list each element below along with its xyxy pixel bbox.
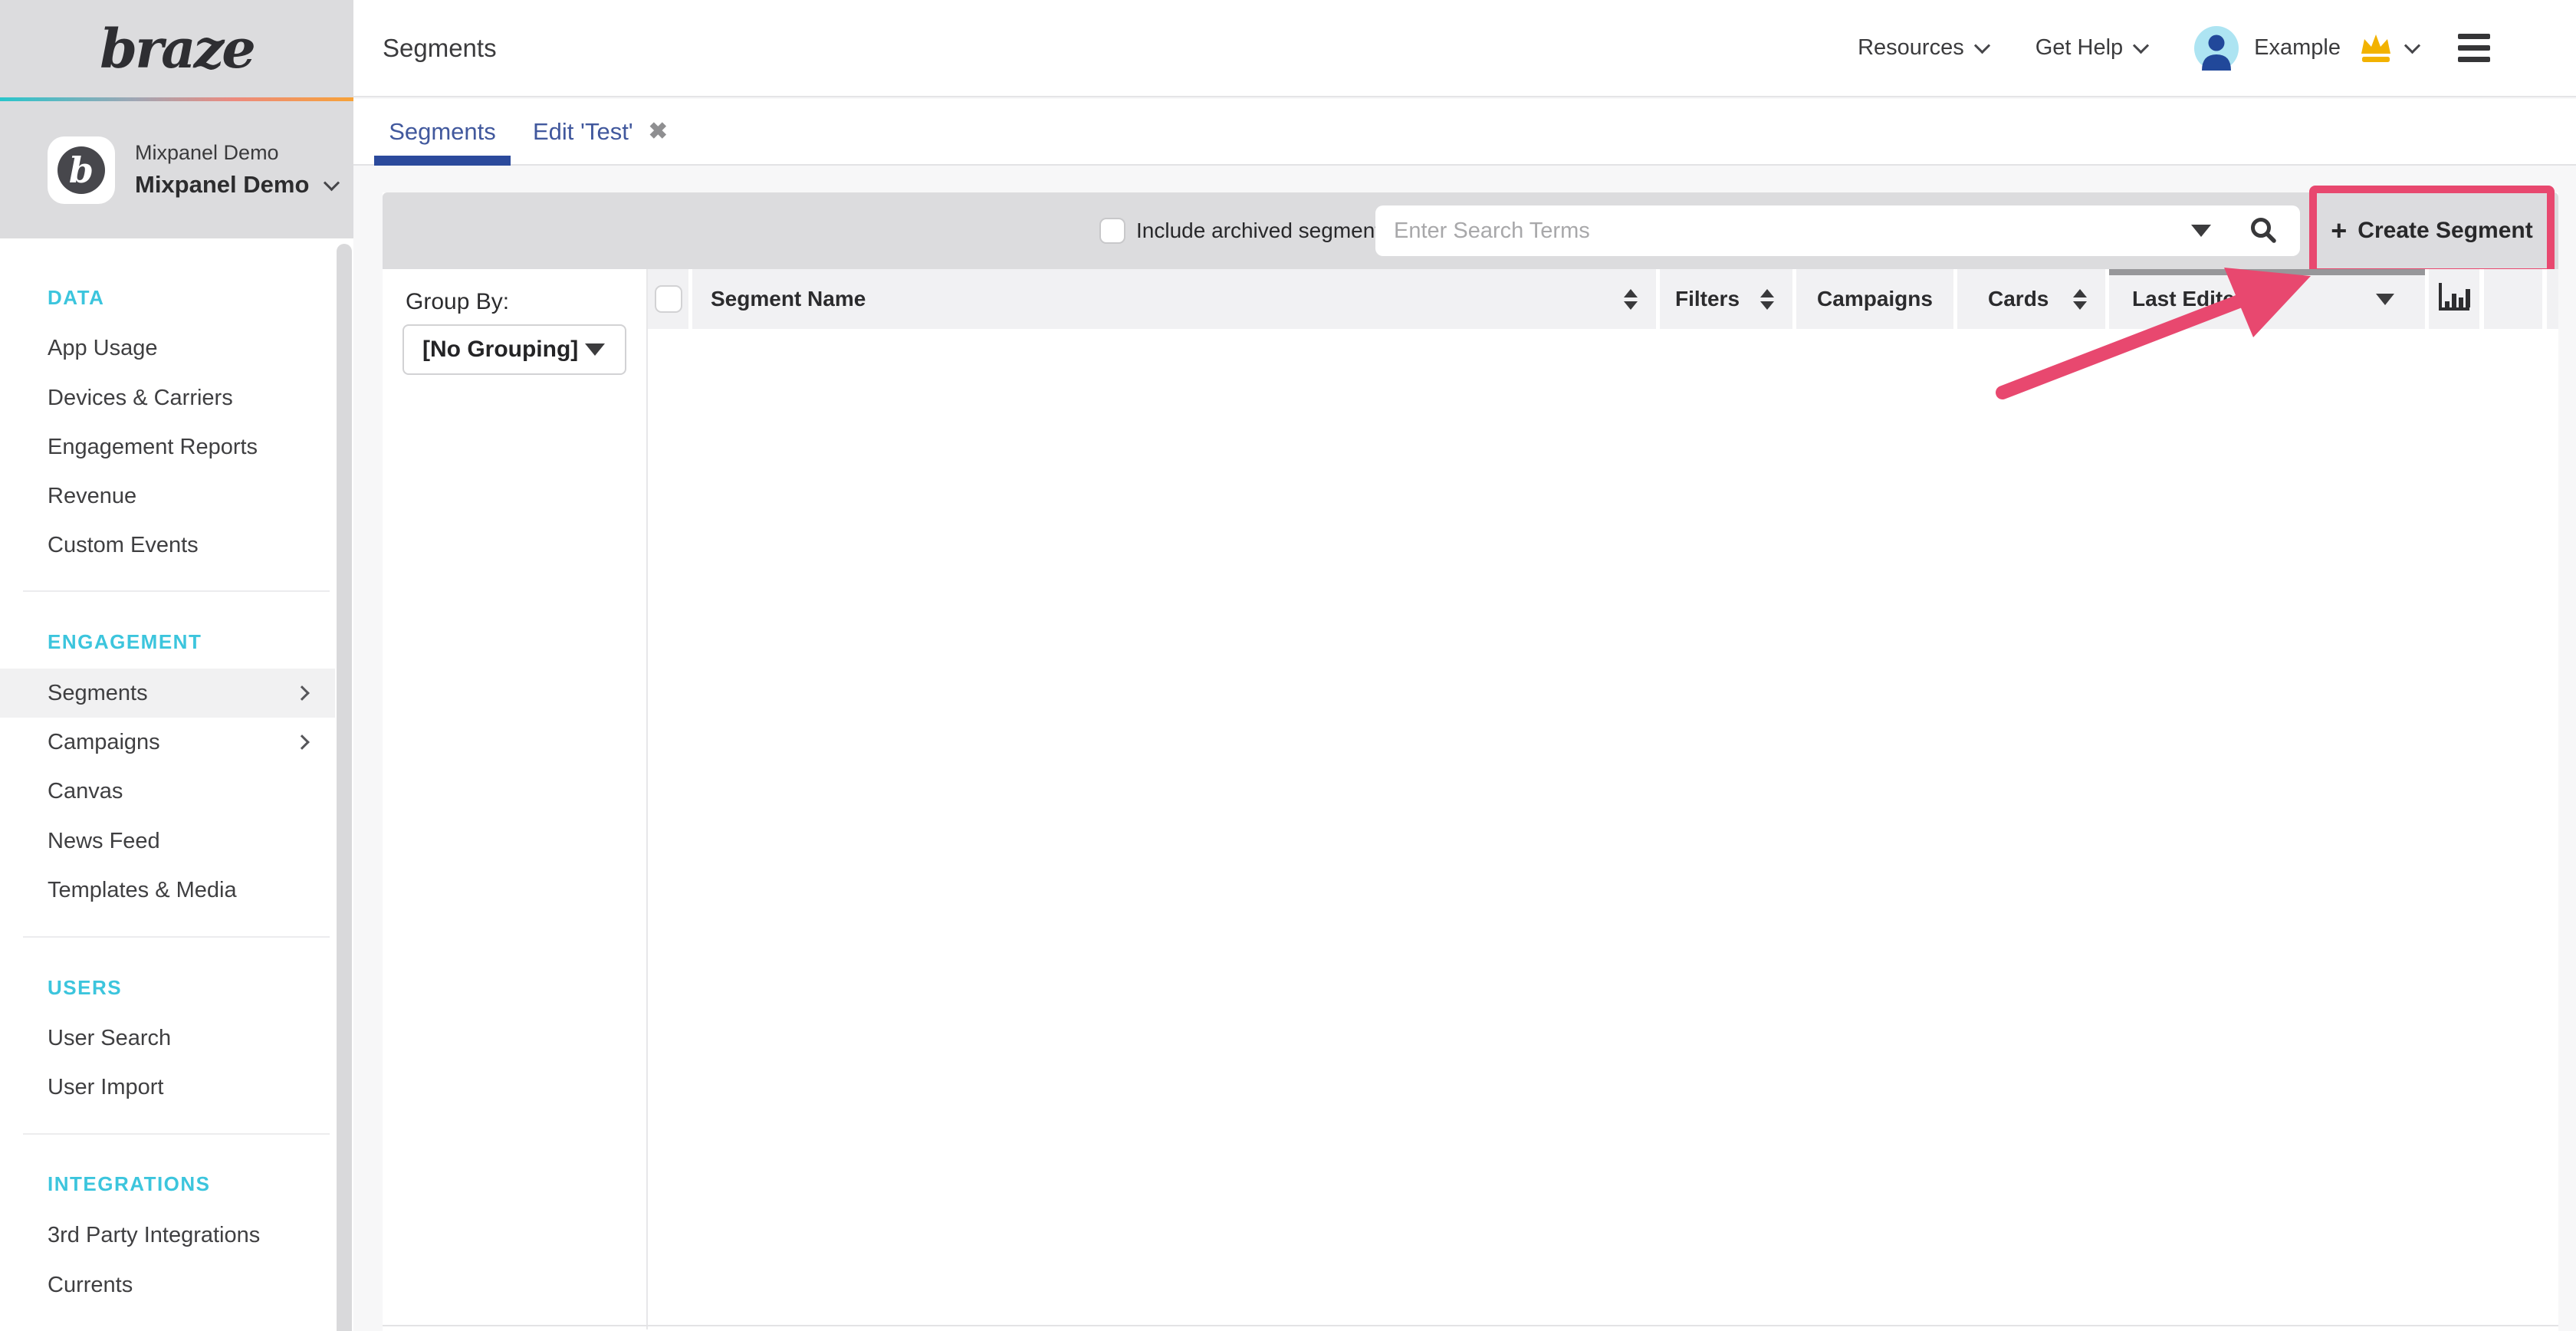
sidebar-item-user-search[interactable]: User Search	[0, 1014, 335, 1063]
tab-segments[interactable]: Segments	[374, 99, 511, 164]
column-campaigns[interactable]: Campaigns	[1796, 269, 1953, 329]
sidebar-item-currents[interactable]: Currents	[0, 1260, 335, 1310]
include-archived-label: Include archived segments	[1136, 219, 1392, 243]
group-by-label: Group By:	[406, 289, 509, 315]
chevron-down-icon	[585, 343, 605, 356]
workspace-icon: b	[48, 136, 115, 204]
select-all-checkbox[interactable]	[655, 285, 682, 313]
sidebar-item-campaigns[interactable]: Campaigns	[0, 718, 335, 767]
table-bottom-divider	[383, 1325, 2558, 1326]
sidebar-item-segments[interactable]: Segments	[0, 669, 335, 718]
nav-divider	[23, 936, 330, 938]
column-filters[interactable]: Filters	[1660, 269, 1792, 329]
close-icon[interactable]: ✖	[649, 118, 668, 145]
get-help-menu[interactable]: Get Help	[2036, 35, 2147, 61]
user-name: Example	[2254, 35, 2341, 61]
column-empty	[2484, 269, 2542, 329]
sidebar-item-engagement-reports[interactable]: Engagement Reports	[0, 422, 335, 472]
include-archived-control: Include archived segments	[1099, 192, 1392, 269]
group-by-select[interactable]: [No Grouping]	[402, 324, 626, 375]
sorted-column-indicator	[2109, 269, 2425, 275]
person-icon	[2209, 35, 2225, 51]
tab-bar: Segments Edit 'Test' ✖	[353, 99, 2576, 166]
resources-menu[interactable]: Resources	[1858, 35, 1988, 61]
sidebar-item-app-usage[interactable]: App Usage	[0, 324, 335, 373]
chevron-right-icon	[294, 735, 310, 750]
nav-section-engagement: ENGAGEMENT	[48, 617, 202, 666]
nav-section-data: DATA	[48, 273, 104, 322]
sidebar-item-3rd-party-integrations[interactable]: 3rd Party Integrations	[0, 1211, 335, 1260]
top-header: Segments Resources Get Help Example	[353, 0, 2576, 97]
workspace-switcher[interactable]: b Mixpanel Demo Mixpanel Demo	[0, 101, 353, 238]
workspace-icon-glyph: b	[58, 146, 105, 194]
nav-section-users: USERS	[48, 963, 122, 1012]
sidebar-item-devices-carriers[interactable]: Devices & Carriers	[0, 373, 335, 422]
column-last-edited[interactable]: Last Edited	[2109, 269, 2425, 329]
select-all-cell	[648, 269, 688, 329]
user-avatar[interactable]	[2194, 26, 2239, 71]
brand-logo[interactable]: braze	[0, 0, 353, 97]
sidebar-item-canvas[interactable]: Canvas	[0, 767, 335, 816]
segment-search	[1375, 205, 2300, 256]
nav-section-integrations: INTEGRATIONS	[48, 1159, 211, 1208]
chevron-down-icon	[2133, 38, 2149, 54]
column-cards[interactable]: Cards	[1957, 269, 2105, 329]
chevron-right-icon	[294, 685, 310, 701]
segments-table-body	[648, 329, 2558, 1325]
segments-table-header: Segment Name Filters Campaigns Cards Las…	[648, 269, 2558, 329]
workspace-icon-letter: b	[69, 153, 94, 188]
sidebar: braze b Mixpanel Demo Mixpanel Demo DATA…	[0, 0, 353, 1331]
tab-edit-test[interactable]: Edit 'Test' ✖	[533, 99, 668, 164]
chevron-down-icon	[324, 175, 340, 191]
column-analytics[interactable]	[2429, 269, 2479, 329]
brand-logo-text: braze	[100, 17, 253, 81]
nav-divider	[23, 590, 330, 592]
create-segment-button[interactable]: + Create Segment	[2317, 193, 2547, 268]
column-segment-name[interactable]: Segment Name	[692, 269, 1656, 329]
sidebar-nav: DATA App Usage Devices & Carriers Engage…	[0, 238, 335, 1331]
include-archived-checkbox[interactable]	[1099, 218, 1125, 244]
chevron-down-icon	[1974, 38, 1990, 54]
sort-icon	[2073, 289, 2087, 310]
create-segment-highlight-box: + Create Segment	[2309, 186, 2555, 276]
segments-toolbar: Include archived segments + Create Segme…	[383, 192, 2558, 269]
search-icon[interactable]	[2248, 215, 2279, 246]
search-input[interactable]	[1375, 205, 2191, 256]
workspace-labels: Mixpanel Demo Mixpanel Demo	[135, 141, 337, 199]
braze-dashboard: braze b Mixpanel Demo Mixpanel Demo DATA…	[0, 0, 2576, 1331]
sidebar-item-templates-media[interactable]: Templates & Media	[0, 866, 335, 915]
sort-icon	[1760, 289, 1774, 310]
column-empty-edge	[2547, 269, 2558, 329]
segments-content: Include archived segments + Create Segme…	[383, 192, 2558, 1331]
workspace-app-label: Mixpanel Demo	[135, 141, 337, 165]
sort-icon	[1624, 289, 1638, 310]
sidebar-item-news-feed[interactable]: News Feed	[0, 817, 335, 866]
active-tab-underline	[374, 156, 511, 166]
sidebar-scrollbar[interactable]	[337, 244, 352, 1331]
group-by-panel: Group By: [No Grouping]	[383, 269, 648, 1329]
nav-divider	[23, 1133, 330, 1135]
workspace-name: Mixpanel Demo	[135, 171, 309, 199]
plus-icon: +	[2331, 217, 2347, 245]
chevron-down-icon[interactable]	[2404, 38, 2420, 54]
chevron-down-icon	[2376, 294, 2394, 305]
sidebar-item-custom-events[interactable]: Custom Events	[0, 521, 335, 570]
header-actions: Resources Get Help Example	[1858, 26, 2490, 71]
crown-icon	[2358, 32, 2394, 64]
page-title: Segments	[383, 34, 497, 63]
sidebar-item-revenue[interactable]: Revenue	[0, 472, 335, 521]
chart-icon	[2436, 281, 2472, 318]
sidebar-item-user-import[interactable]: User Import	[0, 1063, 335, 1112]
search-dropdown-caret-icon[interactable]	[2191, 225, 2211, 237]
menu-icon[interactable]	[2458, 34, 2490, 62]
